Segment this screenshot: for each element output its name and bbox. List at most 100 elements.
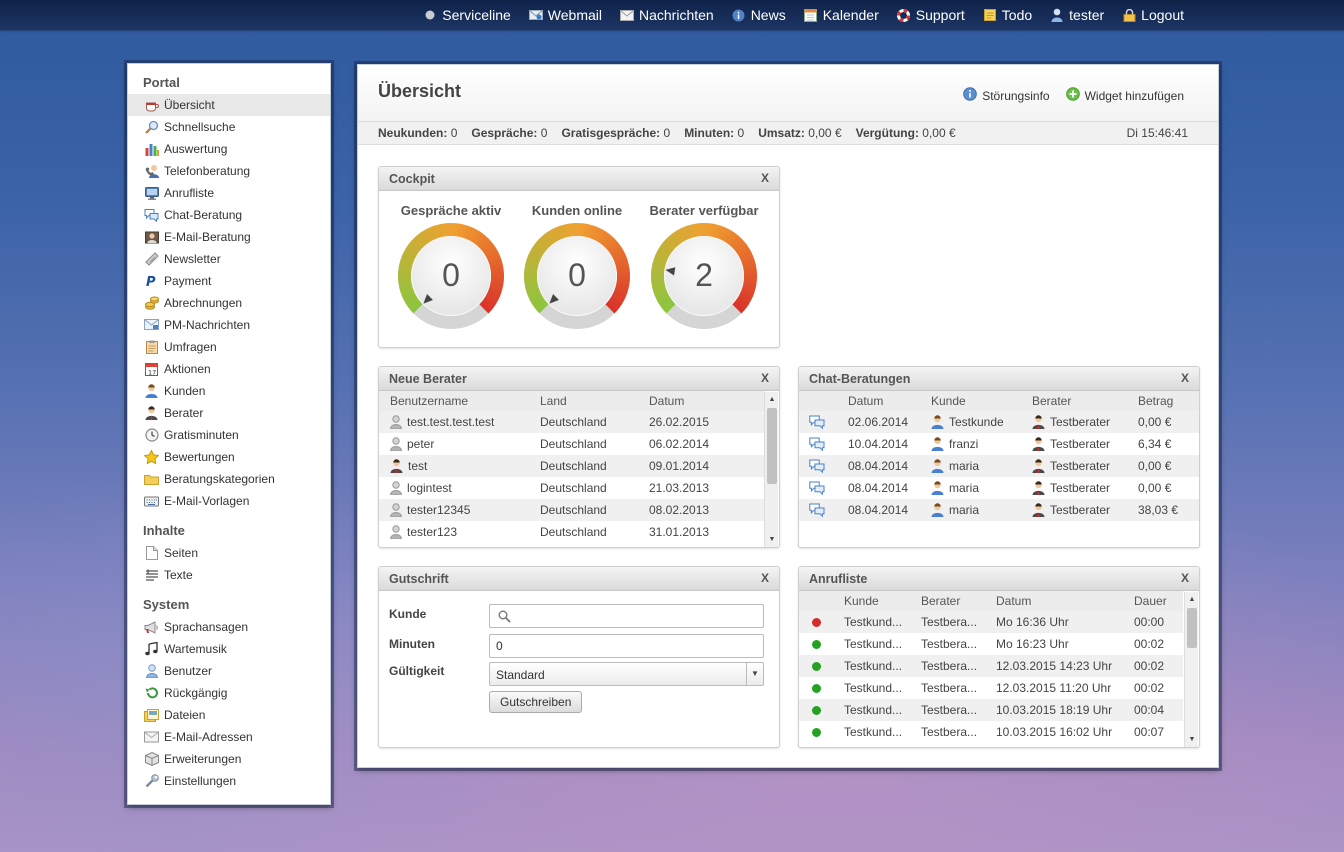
sidebar-item-einstellungen[interactable]: Einstellungen bbox=[128, 770, 330, 792]
minuten-input[interactable] bbox=[489, 634, 764, 658]
column-header[interactable]: Land bbox=[540, 394, 649, 408]
scroll-up-icon[interactable]: ▲ bbox=[765, 394, 779, 406]
table-row[interactable]: Testkund... Testbera... 10.03.2015 16:02 U… bbox=[799, 721, 1183, 743]
table-row[interactable]: logintest Deutschland 21.03.2013 bbox=[379, 477, 765, 499]
sidebar-item-umfragen[interactable]: Umfragen bbox=[128, 336, 330, 358]
table-row[interactable]: Testkund... Testbera... 12.03.2015 14:23 U… bbox=[799, 655, 1183, 677]
kunde-input[interactable] bbox=[516, 608, 756, 624]
sidebar-item-abrechnungen[interactable]: Abrechnungen bbox=[128, 292, 330, 314]
sidebar-item-kunden[interactable]: Kunden bbox=[128, 380, 330, 402]
topnav-logout[interactable]: Logout bbox=[1122, 7, 1184, 23]
column-header[interactable]: Kunde bbox=[844, 594, 921, 608]
sidebar-item-e-mail-adressen[interactable]: E-Mail-Adressen bbox=[128, 726, 330, 748]
column-header[interactable]: Benutzername bbox=[379, 394, 540, 408]
table-row[interactable]: tester12345 Deutschland 08.02.2013 bbox=[379, 499, 765, 521]
scrollbar[interactable]: ▲ ▼ bbox=[764, 392, 779, 547]
cell-text: Testbera... bbox=[921, 615, 978, 629]
table-cell: Testbera... bbox=[921, 681, 996, 695]
table-cell: peter bbox=[379, 437, 540, 451]
close-icon[interactable]: X bbox=[1181, 571, 1189, 585]
sidebar-item-berater[interactable]: Berater bbox=[128, 402, 330, 424]
column-header[interactable]: Dauer bbox=[1134, 594, 1179, 608]
column-header[interactable]: Berater bbox=[1032, 394, 1138, 408]
topnav-user[interactable]: tester bbox=[1050, 7, 1104, 23]
scroll-down-icon[interactable]: ▼ bbox=[1185, 734, 1199, 746]
close-icon[interactable]: X bbox=[1181, 371, 1189, 385]
sidebar-item-aktionen[interactable]: 17 Aktionen bbox=[128, 358, 330, 380]
sidebar-item-label: Abrechnungen bbox=[164, 296, 243, 310]
sidebar-item-schnellsuche[interactable]: Schnellsuche bbox=[128, 116, 330, 138]
topnav-news[interactable]: News bbox=[732, 7, 786, 23]
scroll-thumb[interactable] bbox=[1187, 608, 1197, 648]
table-row[interactable]: test.test.test.test Deutschland 26.02.2015 bbox=[379, 411, 765, 433]
cell-text: 10.04.2014 bbox=[848, 437, 909, 451]
sidebar-item-sprachansagen[interactable]: Sprachansagen bbox=[128, 616, 330, 638]
table-row[interactable]: Testkund... Testbera... 10.03.2015 18:19 U… bbox=[799, 699, 1183, 721]
chevron-down-icon: ▼ bbox=[746, 663, 763, 685]
sidebar-item-e-mail-vorlagen[interactable]: E-Mail-Vorlagen bbox=[128, 490, 330, 512]
sidebar-item-gratisminuten[interactable]: Gratisminuten bbox=[128, 424, 330, 446]
sidebar-item-übersicht[interactable]: Übersicht bbox=[128, 94, 330, 116]
table-row[interactable]: 08.04.2014 maria Testberater 0,00 € bbox=[799, 455, 1199, 477]
sidebar-item-benutzer[interactable]: Benutzer bbox=[128, 660, 330, 682]
table-row[interactable]: 08.04.2014 maria Testberater 0,00 € bbox=[799, 477, 1199, 499]
topnav-nachrichten[interactable]: Nachrichten bbox=[619, 7, 714, 23]
sidebar-item-seiten[interactable]: Seiten bbox=[128, 542, 330, 564]
sidebar-item-texte[interactable]: Texte bbox=[128, 564, 330, 586]
sidebar-item-beratungskategorien[interactable]: Beratungskategorien bbox=[128, 468, 330, 490]
sidebar-item-chat-beratung[interactable]: Chat-Beratung bbox=[128, 204, 330, 226]
table-row[interactable]: Testkund... Testbera... Mo 16:23 Uhr 00:02 bbox=[799, 633, 1183, 655]
sidebar-item-rückgängig[interactable]: Rückgängig bbox=[128, 682, 330, 704]
sidebar-item-label: Anrufliste bbox=[164, 186, 215, 200]
sidebar-item-telefonberatung[interactable]: Telefonberatung bbox=[128, 160, 330, 182]
table-row[interactable]: peter Deutschland 06.02.2014 bbox=[379, 433, 765, 455]
topnav-todo[interactable]: Todo bbox=[983, 7, 1032, 23]
widget-header[interactable]: Neue Berater X bbox=[379, 367, 779, 391]
sidebar-item-anrufliste[interactable]: Anrufliste bbox=[128, 182, 330, 204]
scroll-down-icon[interactable]: ▼ bbox=[765, 534, 779, 546]
sidebar-item-newsletter[interactable]: Newsletter bbox=[128, 248, 330, 270]
clipboard-icon bbox=[144, 340, 159, 354]
sidebar-item-e-mail-beratung[interactable]: E-Mail-Beratung bbox=[128, 226, 330, 248]
widget-header[interactable]: Cockpit X bbox=[379, 167, 779, 191]
add-widget-button[interactable]: Widget hinzufügen bbox=[1065, 87, 1184, 104]
column-header[interactable]: Datum bbox=[996, 594, 1134, 608]
close-icon[interactable]: X bbox=[761, 171, 769, 185]
table-cell: Testkunde bbox=[931, 415, 1032, 429]
sidebar-item-wartemusik[interactable]: Wartemusik bbox=[128, 638, 330, 660]
column-header[interactable]: Berater bbox=[921, 594, 996, 608]
table-row[interactable]: Testkund... Testbera... Mo 16:36 Uhr 00:00 bbox=[799, 611, 1183, 633]
widget-header[interactable]: Chat-Beratungen X bbox=[799, 367, 1199, 391]
widget-header[interactable]: Anrufliste X bbox=[799, 567, 1199, 591]
scroll-thumb[interactable] bbox=[767, 408, 777, 484]
sidebar-item-erweiterungen[interactable]: Erweiterungen bbox=[128, 748, 330, 770]
table-row[interactable]: 02.06.2014 Testkunde Testberater 0,00 € bbox=[799, 411, 1199, 433]
table-row[interactable]: tester123 Deutschland 31.01.2013 bbox=[379, 521, 765, 543]
topnav-serviceline[interactable]: Serviceline bbox=[423, 7, 511, 23]
widget-header[interactable]: Gutschrift X bbox=[379, 567, 779, 591]
sidebar-item-dateien[interactable]: Dateien bbox=[128, 704, 330, 726]
kunde-search-field[interactable] bbox=[489, 604, 764, 628]
sidebar-item-pm-nachrichten[interactable]: PM-Nachrichten bbox=[128, 314, 330, 336]
scroll-up-icon[interactable]: ▲ bbox=[1185, 594, 1199, 606]
close-icon[interactable]: X bbox=[761, 371, 769, 385]
sidebar-item-bewertungen[interactable]: Bewertungen bbox=[128, 446, 330, 468]
gueltigkeit-select[interactable]: Standard ▼ bbox=[489, 662, 764, 686]
gutschreiben-button[interactable]: Gutschreiben bbox=[489, 691, 583, 713]
sidebar-item-auswertung[interactable]: Auswertung bbox=[128, 138, 330, 160]
topnav-webmail[interactable]: Webmail bbox=[528, 7, 602, 23]
close-icon[interactable]: X bbox=[761, 571, 769, 585]
table-row[interactable]: 08.04.2014 maria Testberater 38,03 € bbox=[799, 499, 1199, 521]
table-row[interactable]: 10.04.2014 franzi Testberater 6,34 € bbox=[799, 433, 1199, 455]
column-header[interactable]: Kunde bbox=[931, 394, 1032, 408]
scrollbar[interactable]: ▲ ▼ bbox=[1184, 592, 1199, 747]
column-header[interactable]: Datum bbox=[848, 394, 931, 408]
stoerungsinfo-link[interactable]: Störungsinfo bbox=[963, 87, 1050, 104]
table-row[interactable]: Testkund... Testbera... 12.03.2015 11:20 U… bbox=[799, 677, 1183, 699]
topnav-kalender[interactable]: Kalender bbox=[804, 7, 879, 23]
column-header[interactable]: Betrag bbox=[1138, 394, 1198, 408]
topnav-support[interactable]: Support bbox=[897, 7, 965, 23]
sidebar-item-payment[interactable]: P Payment bbox=[128, 270, 330, 292]
column-header[interactable]: Datum bbox=[649, 394, 759, 408]
table-row[interactable]: test Deutschland 09.01.2014 bbox=[379, 455, 765, 477]
